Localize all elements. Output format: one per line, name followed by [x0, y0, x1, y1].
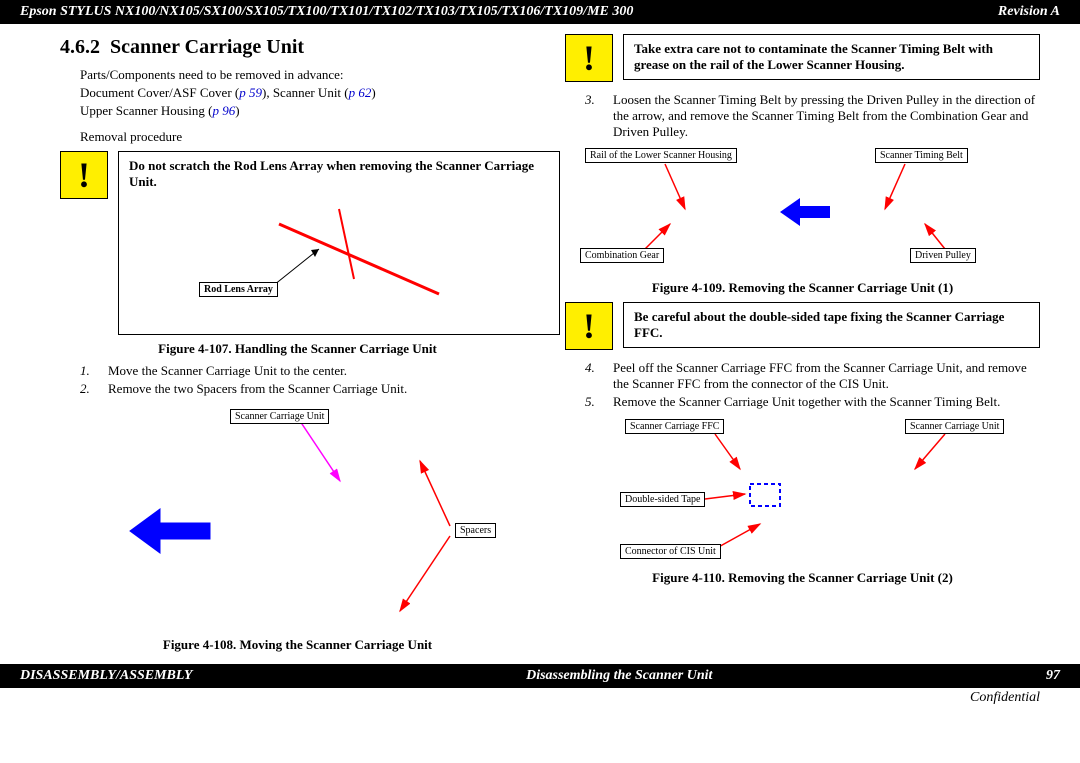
- step-5-text: Remove the Scanner Carriage Unit togethe…: [613, 394, 1000, 410]
- label-connector-cis: Connector of CIS Unit: [620, 544, 721, 559]
- figure-108-diagram: Scanner Carriage Unit Spacers: [60, 401, 535, 631]
- caution-3-text: Be careful about the double-sided tape f…: [623, 302, 1040, 348]
- page-ref-96[interactable]: p 96: [213, 103, 236, 118]
- label-driven-pulley: Driven Pulley: [910, 248, 976, 263]
- footer-page: 97: [1046, 668, 1060, 684]
- header-revision: Revision A: [998, 4, 1060, 20]
- step-1-text: Move the Scanner Carriage Unit to the ce…: [108, 363, 347, 379]
- caution-1: ! Do not scratch the Rod Lens Array when…: [60, 151, 535, 335]
- label-timing-belt: Scanner Timing Belt: [875, 148, 968, 163]
- step-2-text: Remove the two Spacers from the Scanner …: [108, 381, 407, 397]
- figure-109-diagram: Rail of the Lower Scanner Housing Scanne…: [565, 144, 1040, 274]
- caution-icon: !: [565, 34, 613, 82]
- label-combination-gear: Combination Gear: [580, 248, 664, 263]
- label-scanner-carriage: Scanner Carriage Unit: [230, 409, 329, 424]
- step-3-text: Loosen the Scanner Timing Belt by pressi…: [613, 92, 1040, 140]
- caution-icon: !: [565, 302, 613, 350]
- caution-1-box: Do not scratch the Rod Lens Array when r…: [118, 151, 560, 335]
- caution-3: ! Be careful about the double-sided tape…: [565, 302, 1040, 350]
- step-1: 1. Move the Scanner Carriage Unit to the…: [80, 363, 535, 379]
- parts-refs: Document Cover/ASF Cover (p 59), Scanner…: [80, 85, 535, 101]
- step-2: 2. Remove the two Spacers from the Scann…: [80, 381, 535, 397]
- step-4-text: Peel off the Scanner Carriage FFC from t…: [613, 360, 1040, 392]
- label-rod-lens: Rod Lens Array: [199, 282, 278, 297]
- label-scanner-carriage-unit-2: Scanner Carriage Unit: [905, 419, 1004, 434]
- footer-bar: DISASSEMBLY/ASSEMBLY Disassembling the S…: [0, 664, 1080, 688]
- caution-2-text: Take extra care not to contaminate the S…: [623, 34, 1040, 80]
- figure-109-caption: Figure 4-109. Removing the Scanner Carri…: [565, 280, 1040, 296]
- page-ref-62[interactable]: p 62: [349, 85, 372, 100]
- confidential-label: Confidential: [0, 688, 1080, 716]
- intro-block: Parts/Components need to be removed in a…: [80, 67, 535, 145]
- figure-110-diagram: Scanner Carriage FFC Scanner Carriage Un…: [565, 414, 1040, 564]
- caution-1-text: Do not scratch the Rod Lens Array when r…: [129, 158, 549, 190]
- figure-110-caption: Figure 4-110. Removing the Scanner Carri…: [565, 570, 1040, 586]
- label-spacers: Spacers: [455, 523, 496, 538]
- step-4: 4. Peel off the Scanner Carriage FFC fro…: [585, 360, 1040, 392]
- removal-procedure-label: Removal procedure: [80, 129, 535, 145]
- label-double-sided-tape: Double-sided Tape: [620, 492, 705, 507]
- figure-107-caption: Figure 4-107. Handling the Scanner Carri…: [60, 341, 535, 357]
- section-title-text: Scanner Carriage Unit: [110, 36, 304, 58]
- right-column: ! Take extra care not to contaminate the…: [565, 34, 1040, 659]
- step-3: 3. Loosen the Scanner Timing Belt by pre…: [585, 92, 1040, 140]
- page-content: 4.6.2 Scanner Carriage Unit Parts/Compon…: [0, 24, 1080, 664]
- blue-arrow-icon: [130, 509, 210, 553]
- upper-scanner-ref: Upper Scanner Housing (p 96): [80, 103, 535, 119]
- page-ref-59[interactable]: p 59: [239, 85, 262, 100]
- footer-left: DISASSEMBLY/ASSEMBLY: [20, 668, 192, 684]
- footer-center: Disassembling the Scanner Unit: [526, 668, 712, 684]
- section-number: 4.6.2: [60, 36, 100, 58]
- label-scanner-carriage-ffc: Scanner Carriage FFC: [625, 419, 724, 434]
- section-heading: 4.6.2 Scanner Carriage Unit: [60, 36, 535, 59]
- parts-line: Parts/Components need to be removed in a…: [80, 67, 535, 83]
- figure-108-caption: Figure 4-108. Moving the Scanner Carriag…: [60, 637, 535, 653]
- figure-107-diagram: Rod Lens Array: [129, 194, 549, 324]
- step-5: 5. Remove the Scanner Carriage Unit toge…: [585, 394, 1040, 410]
- left-column: 4.6.2 Scanner Carriage Unit Parts/Compon…: [60, 34, 535, 659]
- header-title: Epson STYLUS NX100/NX105/SX100/SX105/TX1…: [20, 4, 633, 20]
- label-rail-lower: Rail of the Lower Scanner Housing: [585, 148, 737, 163]
- header-bar: Epson STYLUS NX100/NX105/SX100/SX105/TX1…: [0, 0, 1080, 24]
- caution-icon: !: [60, 151, 108, 199]
- caution-2: ! Take extra care not to contaminate the…: [565, 34, 1040, 82]
